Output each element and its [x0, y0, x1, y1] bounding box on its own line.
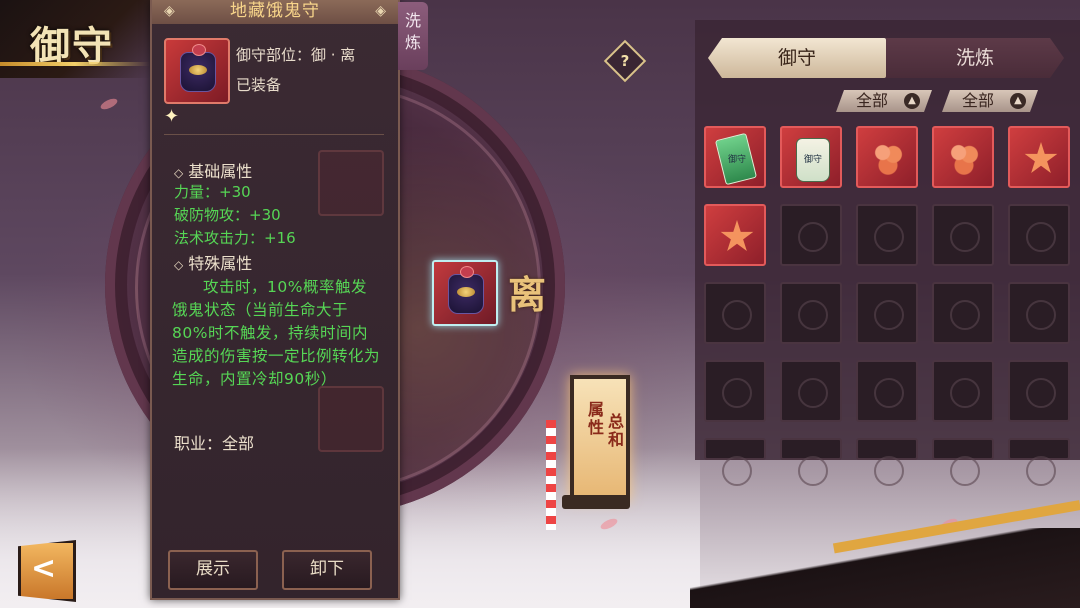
filter-label: 全部: [962, 91, 995, 110]
inventory-item[interactable]: [856, 126, 918, 188]
item-name-header: ◈ 地藏饿鬼守 ◈: [152, 0, 398, 24]
inventory-item[interactable]: [704, 204, 766, 266]
amulet-pouch-icon: [448, 266, 484, 314]
back-button[interactable]: <: [18, 540, 76, 602]
ornament-right-icon: ◈: [375, 3, 386, 19]
ink-brush-stroke: [690, 528, 1080, 608]
charm-text: 御守: [728, 155, 747, 165]
empty-slot[interactable]: [1008, 204, 1070, 266]
triangle-up-icon: ▲: [1010, 93, 1026, 109]
flower-charm-icon: [946, 140, 982, 176]
lantern-label: 属性: [588, 400, 605, 437]
diamond-bullet-icon: ◇: [174, 166, 184, 180]
empty-slot[interactable]: [780, 282, 842, 344]
empty-slot[interactable]: [932, 360, 994, 422]
empty-slot[interactable]: [1008, 360, 1070, 422]
show-button[interactable]: 展示: [168, 550, 258, 590]
job-requirement: 职业：全部: [174, 434, 255, 453]
empty-slot[interactable]: [856, 282, 918, 344]
empty-slot[interactable]: [704, 360, 766, 422]
amulet-pouch-icon: [180, 44, 216, 92]
diamond-bullet-icon: ◇: [174, 258, 184, 272]
sparkle-icon: ✦: [164, 106, 180, 127]
unequip-button[interactable]: 卸下: [282, 550, 372, 590]
inventory-item[interactable]: [932, 126, 994, 188]
stat-line: 破防物攻：+30: [174, 206, 281, 224]
question-icon: ?: [620, 52, 630, 70]
stat-line: 力量：+30: [174, 183, 251, 201]
empty-slot[interactable]: [856, 204, 918, 266]
empty-slot[interactable]: [856, 360, 918, 422]
inventory-item[interactable]: 御守: [780, 126, 842, 188]
petal-decoration: [99, 96, 119, 112]
special-attributes-title: ◇ 特殊属性: [174, 254, 253, 273]
help-button[interactable]: ?: [603, 39, 647, 83]
empty-slot[interactable]: [1008, 282, 1070, 344]
filter-dropdown-1[interactable]: 全部 ▲: [836, 90, 932, 112]
item-slot-info: 御守部位：御 · 离: [236, 46, 356, 64]
empty-slot[interactable]: [856, 438, 918, 486]
chevron-left-icon: <: [31, 551, 57, 586]
empty-slot[interactable]: [780, 360, 842, 422]
triangle-up-icon: ▲: [904, 93, 920, 109]
flower-charm-icon: [870, 140, 906, 176]
item-icon: [164, 38, 230, 104]
star-charm-icon: [720, 220, 754, 251]
empty-slot[interactable]: [704, 438, 766, 486]
empty-slot[interactable]: [780, 438, 842, 486]
inventory-item[interactable]: [1008, 126, 1070, 188]
empty-slot[interactable]: [932, 438, 994, 486]
lantern-post: [546, 420, 556, 530]
empty-slot[interactable]: [932, 282, 994, 344]
stat-line: 法术攻击力：+16: [174, 229, 296, 247]
divider: [164, 134, 384, 135]
tab-amulet[interactable]: 御守: [708, 38, 886, 78]
empty-slot[interactable]: [780, 204, 842, 266]
refine-side-tab[interactable]: 洗炼: [398, 2, 428, 70]
empty-slot[interactable]: [1008, 438, 1070, 486]
star-charm-icon: [1024, 142, 1058, 173]
ornament-left-icon: ◈: [164, 3, 175, 19]
inventory-tabbar: 御守 洗炼: [708, 38, 1066, 78]
slot-position-label: 离: [508, 272, 547, 317]
item-detail-panel: ◈ 地藏饿鬼守 ◈ 御守部位：御 · 离 已装备 ✦ ◇ 基础属性 力量：+30 …: [150, 0, 400, 600]
attribute-total-lantern[interactable]: 属性 总和: [560, 375, 632, 513]
item-name: 地藏饿鬼守: [230, 1, 320, 21]
filter-dropdown-2[interactable]: 全部 ▲: [942, 90, 1038, 112]
equipped-amulet-slot[interactable]: [432, 260, 498, 326]
ghost-slot-decoration: [318, 386, 384, 452]
special-attribute-text: 攻击时，10%概率触发饿鬼状态（当前生命大于80%时不触发，持续时间内造成的伤害…: [172, 278, 381, 388]
ghost-slot-decoration: [318, 150, 384, 216]
inventory-item[interactable]: 御守: [704, 126, 766, 188]
charm-text: 御守: [804, 155, 823, 165]
base-attributes-title: ◇ 基础属性: [174, 162, 253, 181]
game-screen: 北 御守 ◈ 地藏饿鬼守 ◈ 御守部位：御 · 离 已装备 ✦ ◇基础属性 力量…: [0, 0, 1080, 608]
title-underline: [0, 62, 150, 66]
empty-slot[interactable]: [932, 204, 994, 266]
empty-slot[interactable]: [704, 282, 766, 344]
lantern-label: 总和: [608, 412, 625, 449]
tab-refine[interactable]: 洗炼: [886, 38, 1064, 78]
filter-label: 全部: [856, 91, 889, 110]
equipped-status: 已装备: [236, 76, 282, 94]
lantern-base: [562, 495, 630, 509]
screen-title-logo: 御守: [0, 0, 150, 78]
lantern-frame: 属性 总和: [570, 375, 630, 501]
